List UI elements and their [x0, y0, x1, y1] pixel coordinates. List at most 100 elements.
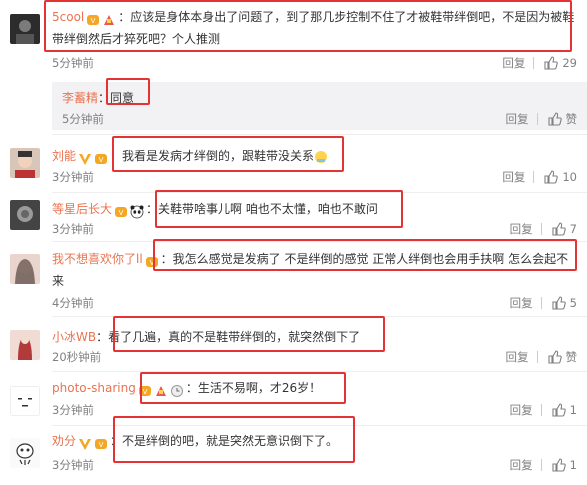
thumbs-up-icon	[552, 403, 566, 417]
comment-actions: 回复 1	[510, 457, 577, 473]
like-button[interactable]: 5	[552, 296, 577, 310]
thumbs-up-icon	[552, 296, 566, 310]
vip-badge-icon: V	[94, 437, 108, 451]
thumbs-up-icon	[544, 170, 559, 184]
comment-actions: 回复 5	[510, 295, 577, 311]
comment-actions: 回复 7	[510, 221, 577, 237]
comment-body: 5cool V ：应该是身体本身出了问题了，到了那几步控制不住了才被鞋带绊倒吧，不是…	[52, 7, 579, 49]
username[interactable]: 小冰WB	[52, 330, 96, 344]
avatar[interactable]	[10, 14, 40, 44]
comment-text: ：不是绊倒的吧，就是突然无意识倒下了。	[110, 434, 339, 448]
like-button[interactable]: 赞	[547, 111, 577, 127]
comment-5: 小冰WB：看了几遍，真的不是鞋带绊倒的，就突然倒下了 20秒钟前 回复 赞	[0, 320, 587, 372]
comment-body: 小冰WB：看了几遍，真的不是鞋带绊倒的，就突然倒下了	[52, 327, 579, 347]
sub-reply: 李蓄精：同意 5分钟前 回复 赞	[52, 82, 587, 130]
divider	[52, 371, 587, 372]
svg-text:V: V	[119, 209, 124, 217]
comment-body: 劝分 V ：不是绊倒的吧，就是突然无意识倒下了。	[52, 431, 579, 453]
username[interactable]: 等星后长大	[52, 202, 112, 216]
timestamp: 3分钟前	[52, 222, 94, 236]
divider	[52, 134, 587, 135]
comment-actions: 回复 29	[502, 55, 577, 71]
comment-body: 刘能 V ：我看是发病才绊倒的，跟鞋带没关系	[52, 146, 579, 168]
separator	[533, 57, 535, 69]
user-badges: V	[138, 380, 186, 400]
user-badges: V	[78, 148, 110, 168]
like-button[interactable]: 10	[544, 170, 577, 184]
like-count: 1	[569, 458, 577, 472]
timestamp: 3分钟前	[52, 403, 94, 417]
username[interactable]: 李蓄精	[62, 91, 98, 105]
sub-reply-body: 李蓄精：同意	[62, 88, 134, 108]
avatar[interactable]	[10, 330, 40, 360]
avatar[interactable]	[10, 148, 40, 178]
like-count: 1	[569, 403, 577, 417]
divider	[52, 241, 587, 242]
like-button[interactable]: 1	[552, 403, 577, 417]
username[interactable]: 刘能	[52, 149, 76, 163]
svg-text:V: V	[99, 156, 104, 164]
separator	[540, 223, 542, 235]
comment-text: ：关鞋带啥事儿啊 咱也不太懂，咱也不敢问	[146, 202, 378, 216]
reply-button[interactable]: 回复	[506, 111, 529, 127]
like-button[interactable]: 赞	[547, 349, 578, 365]
emoji-icon	[314, 150, 328, 164]
username[interactable]: 我不想喜欢你了ll	[52, 252, 143, 266]
timestamp: 20秒钟前	[52, 350, 102, 364]
comment-actions: 回复 赞	[506, 111, 578, 127]
like-button[interactable]: 7	[552, 222, 577, 236]
user-badges: V	[145, 251, 161, 271]
vip-badge-icon: V	[145, 255, 159, 269]
comment-actions: 回复 赞	[506, 349, 578, 365]
vip-badge-icon: V	[94, 152, 108, 166]
svg-text:V: V	[149, 259, 154, 267]
vip-badge-icon: V	[86, 13, 100, 27]
panda-icon	[130, 205, 144, 219]
reply-button[interactable]: 回复	[502, 169, 525, 185]
svg-text:V: V	[91, 17, 96, 25]
avatar[interactable]	[10, 438, 40, 468]
avatar[interactable]	[10, 200, 40, 230]
comment-text: ：同意	[98, 91, 135, 105]
comment-2: 刘能 V ：我看是发病才绊倒的，跟鞋带没关系 3分钟前 回复 10	[0, 137, 587, 193]
reply-button[interactable]: 回复	[510, 402, 533, 418]
reply-button[interactable]: 回复	[506, 349, 529, 365]
username[interactable]: photo-sharing	[52, 381, 136, 395]
comment-body: photo-sharing V ：生活不易啊，才26岁！	[52, 378, 579, 400]
like-count: 赞	[565, 350, 578, 364]
reply-button[interactable]: 回复	[502, 55, 525, 71]
like-count: 5	[569, 296, 577, 310]
thumbs-up-icon	[552, 222, 566, 236]
comment-text: ：看了几遍，真的不是鞋带绊倒的，就突然倒下了	[96, 330, 361, 344]
like-button[interactable]: 1	[552, 458, 577, 472]
reply-button[interactable]: 回复	[510, 295, 533, 311]
avatar[interactable]	[10, 386, 40, 416]
separator	[533, 171, 535, 183]
comment-text: ：应该是身体本身出了问题了，到了那几步控制不住了才被鞋带绊倒吧，不是因为被鞋带绊…	[52, 10, 575, 46]
reply-button[interactable]: 回复	[510, 221, 533, 237]
comment-7: 劝分 V ：不是绊倒的吧，就是突然无意识倒下了。 3分钟前 回复 1	[0, 428, 587, 485]
separator	[540, 404, 542, 416]
comment-4: 我不想喜欢你了ll V ：我怎么感觉是发病了 不是绊倒的感觉 正常人绊倒也会用手扶啊…	[0, 244, 587, 317]
separator	[536, 113, 538, 125]
username[interactable]: 5cool	[52, 10, 84, 24]
reply-button[interactable]: 回复	[510, 457, 533, 473]
svg-text:V: V	[99, 441, 104, 449]
like-button[interactable]: 29	[544, 56, 577, 70]
separator	[536, 351, 538, 363]
svg-text:V: V	[142, 388, 147, 396]
like-count: 29	[562, 56, 577, 70]
avatar[interactable]	[10, 254, 40, 284]
vip-badge-icon: V	[114, 205, 128, 219]
comment-6: photo-sharing V ：生活不易啊，才26岁！ 3分钟前 回复 1	[0, 375, 587, 426]
thumbs-up-icon	[552, 458, 566, 472]
user-badges: V	[114, 201, 146, 221]
thumbs-up-icon	[547, 350, 562, 364]
verified-v-icon	[78, 152, 92, 166]
comment-body: 我不想喜欢你了ll V ：我怎么感觉是发病了 不是绊倒的感觉 正常人绊倒也会用手扶啊…	[52, 249, 579, 291]
comment-3: 等星后长大 V ：关鞋带啥事儿啊 咱也不太懂，咱也不敢问 3分钟前 回复 7	[0, 193, 587, 242]
comment-text: ：我看是发病才绊倒的，跟鞋带没关系	[110, 149, 315, 163]
username[interactable]: 劝分	[52, 434, 76, 448]
comment-actions: 回复 1	[510, 402, 577, 418]
divider	[52, 316, 587, 317]
